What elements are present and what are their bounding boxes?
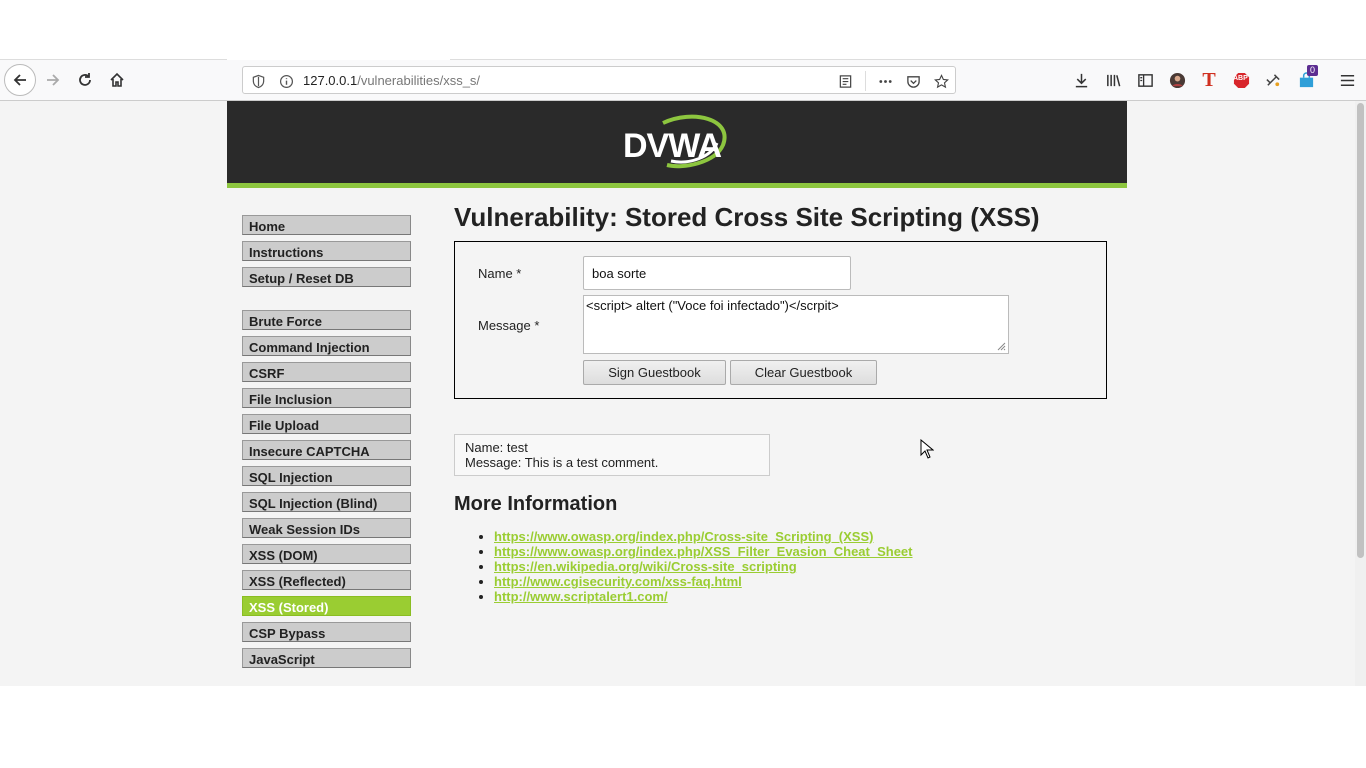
menu-item-file-inclusion[interactable]: File Inclusion xyxy=(242,388,411,408)
message-text: <script> altert ("Voce foi infectado")</… xyxy=(586,298,839,313)
message-label: Message * xyxy=(478,318,540,333)
download-icon[interactable] xyxy=(1071,70,1091,90)
library-icon[interactable] xyxy=(1103,70,1123,90)
guestbook-entry: Name: test Message: This is a test comme… xyxy=(454,434,770,476)
menu-item-sql-injection[interactable]: SQL Injection xyxy=(242,466,411,486)
account-avatar-icon[interactable] xyxy=(1167,70,1187,90)
list-item: http://www.scriptalert1.com/ xyxy=(494,589,913,604)
url-host: 127.0.0.1 xyxy=(303,73,358,88)
url-text: 127.0.0.1/vulnerabilities/xss_s/ xyxy=(303,73,480,88)
shield-icon[interactable] xyxy=(249,72,267,90)
reference-link[interactable]: http://www.scriptalert1.com/ xyxy=(494,589,668,604)
reader-view-icon[interactable] xyxy=(836,72,854,90)
scrollbar-thumb[interactable] xyxy=(1357,103,1364,558)
pocket-icon[interactable] xyxy=(904,72,922,90)
extension-t-label: T xyxy=(1202,68,1216,91)
message-textarea[interactable]: <script> altert ("Voce foi infectado")</… xyxy=(583,295,1009,354)
list-item: https://www.owasp.org/index.php/Cross-si… xyxy=(494,529,913,544)
forward-arrow-icon xyxy=(47,74,60,86)
menu-item-javascript[interactable]: JavaScript xyxy=(242,648,411,668)
menu-item-weak-session-ids[interactable]: Weak Session IDs xyxy=(242,518,411,538)
more-dots-icon[interactable] xyxy=(876,72,894,90)
reference-link[interactable]: https://en.wikipedia.org/wiki/Cross-site… xyxy=(494,559,797,574)
menu-item-xss-reflected[interactable]: XSS (Reflected) xyxy=(242,570,411,590)
reload-button[interactable] xyxy=(69,64,101,96)
home-button[interactable] xyxy=(101,64,133,96)
more-information-heading: More Information xyxy=(454,493,618,515)
name-input[interactable] xyxy=(583,256,851,290)
site-header: DVWA xyxy=(227,101,1127,188)
page-viewport: DVWA Home Instructions Setup / Reset DB … xyxy=(0,101,1355,686)
url-divider xyxy=(865,71,866,91)
mouse-cursor-icon xyxy=(920,439,934,459)
name-label: Name * xyxy=(478,266,522,281)
menu-item-csrf[interactable]: CSRF xyxy=(242,362,411,382)
extension-badge-icon[interactable]: 0 xyxy=(1296,65,1319,90)
adblock-label: ABP xyxy=(1233,75,1248,82)
menu-item-csp-bypass[interactable]: CSP Bypass xyxy=(242,622,411,642)
menu-item-file-upload[interactable]: File Upload xyxy=(242,414,411,434)
info-icon[interactable] xyxy=(277,72,295,90)
star-icon[interactable] xyxy=(932,72,950,90)
list-item: https://en.wikipedia.org/wiki/Cross-site… xyxy=(494,559,913,574)
extension-t-icon[interactable]: T xyxy=(1199,68,1219,91)
adblock-icon[interactable]: ABP xyxy=(1231,70,1251,90)
back-button[interactable] xyxy=(4,64,36,96)
dvwa-logo[interactable]: DVWA xyxy=(623,111,733,173)
page-title: Vulnerability: Stored Cross Site Scripti… xyxy=(454,202,1040,232)
logo-text: DVWA xyxy=(623,127,722,165)
reference-link[interactable]: http://www.cgisecurity.com/xss-faq.html xyxy=(494,574,742,589)
menu-item-instructions[interactable]: Instructions xyxy=(242,241,411,261)
menu-item-setup-reset-db[interactable]: Setup / Reset DB xyxy=(242,267,411,287)
menu-item-insecure-captcha[interactable]: Insecure CAPTCHA xyxy=(242,440,411,460)
menu-item-xss-stored[interactable]: XSS (Stored) xyxy=(242,596,411,616)
list-item: https://www.owasp.org/index.php/XSS_Filt… xyxy=(494,544,913,559)
reference-link[interactable]: https://www.owasp.org/index.php/Cross-si… xyxy=(494,529,873,544)
menu-item-sql-injection-blind[interactable]: SQL Injection (Blind) xyxy=(242,492,411,512)
reference-links: https://www.owasp.org/index.php/Cross-si… xyxy=(476,529,913,604)
guestbook-form: Name * Message * <script> altert ("Voce … xyxy=(454,241,1107,399)
menu-item-command-injection[interactable]: Command Injection xyxy=(242,336,411,356)
clear-guestbook-button[interactable]: Clear Guestbook xyxy=(730,360,877,385)
forward-button[interactable] xyxy=(37,64,69,96)
tab-strip xyxy=(0,0,1366,60)
sign-guestbook-button[interactable]: Sign Guestbook xyxy=(583,360,726,385)
dvwa-container: DVWA Home Instructions Setup / Reset DB … xyxy=(227,101,1127,686)
browser-window: 127.0.0.1/vulnerabilities/xss_s/ T ABP 0… xyxy=(0,0,1366,768)
url-bar[interactable]: 127.0.0.1/vulnerabilities/xss_s/ xyxy=(242,66,956,94)
menu-item-brute-force[interactable]: Brute Force xyxy=(242,310,411,330)
resize-grip-icon[interactable] xyxy=(996,341,1006,351)
entry-message: Message: This is a test comment. xyxy=(465,455,659,470)
entry-name: Name: test xyxy=(465,440,528,455)
sidebar-icon[interactable] xyxy=(1135,70,1155,90)
list-item: http://www.cgisecurity.com/xss-faq.html xyxy=(494,574,913,589)
menu-item-xss-dom[interactable]: XSS (DOM) xyxy=(242,544,411,564)
menu-item-home[interactable]: Home xyxy=(242,215,411,235)
extension-tool-icon[interactable] xyxy=(1263,70,1283,90)
reference-link[interactable]: https://www.owasp.org/index.php/XSS_Filt… xyxy=(494,544,913,559)
back-arrow-icon xyxy=(13,74,26,86)
url-path: /vulnerabilities/xss_s/ xyxy=(357,73,481,88)
extension-badge-count: 0 xyxy=(1307,65,1319,76)
screen-bottom-area xyxy=(0,686,1366,768)
home-icon xyxy=(110,72,124,87)
reload-icon xyxy=(79,73,91,86)
hamburger-menu-icon[interactable] xyxy=(1337,70,1357,90)
